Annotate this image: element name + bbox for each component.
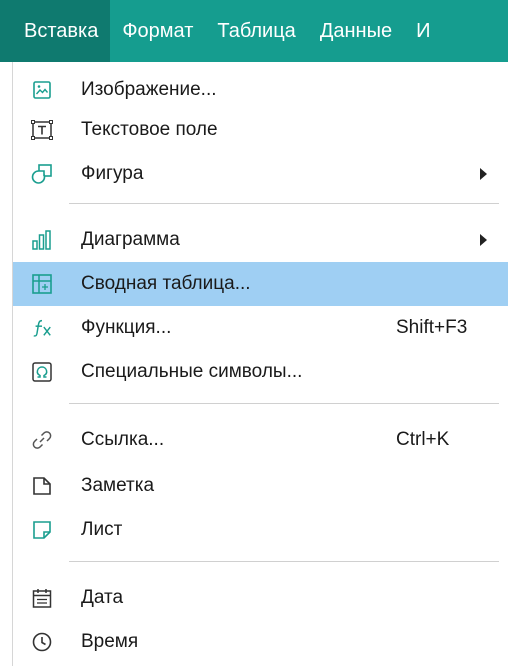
menu-bar: Вставка Формат Таблица Данные И [0,0,508,62]
menubar-item-insert[interactable]: Вставка [0,0,111,62]
menu-item-label: Дата [81,587,124,608]
menubar-item-data[interactable]: Данные [308,0,404,62]
pivot-table-icon [31,273,53,295]
image-icon [31,79,53,101]
note-icon [31,475,53,497]
text-box-icon [31,119,53,141]
menu-item-label: Время [81,631,139,652]
menu-item-chart[interactable]: Диаграмма [13,218,508,262]
menu-item-label: Текстовое поле [81,119,218,140]
shortcut-label: Ctrl+K [396,429,450,450]
menu-item-special-characters[interactable]: Специальные символы... [13,350,508,394]
sheet-icon [31,519,53,541]
menu-item-label: Сводная таблица... [81,273,251,294]
menu-item-text-box[interactable]: Текстовое поле [13,108,508,152]
menu-item-pivot-table[interactable]: Сводная таблица... [13,262,508,306]
submenu-arrow-icon [480,168,487,180]
shortcut-label: Shift+F3 [396,317,468,338]
menu-item-sheet[interactable]: Лист [13,508,508,552]
menu-item-label: Диаграмма [81,229,180,250]
menubar-item-format[interactable]: Формат [110,0,205,62]
menu-item-label: Фигура [81,163,144,184]
menu-item-link[interactable]: Ссылка... Ctrl+K [13,418,508,462]
menu-separator [69,403,499,404]
menu-item-shape[interactable]: Фигура [13,152,508,196]
function-icon [31,317,53,339]
chart-icon [31,229,53,251]
menu-item-date[interactable]: Дата [13,576,508,620]
menu-item-label: Изображение... [81,79,217,100]
link-icon [31,429,53,451]
clock-icon [31,631,53,653]
calendar-icon [31,587,53,609]
menu-separator [69,203,499,204]
menu-item-note[interactable]: Заметка [13,464,508,508]
menu-item-label: Функция... [81,317,172,338]
menu-item-label: Лист [81,519,123,540]
menu-item-function[interactable]: Функция... Shift+F3 [13,306,508,350]
menu-item-label: Ссылка... [81,429,165,450]
submenu-arrow-icon [480,234,487,246]
omega-icon [31,361,53,383]
menu-item-time[interactable]: Время [13,620,508,664]
menubar-item-table[interactable]: Таблица [205,0,307,62]
menu-item-label: Заметка [81,475,155,496]
menubar-item-truncated[interactable]: И [404,0,442,62]
menu-item-image[interactable]: Изображение... [13,68,508,112]
shapes-icon [31,163,53,185]
insert-dropdown-menu: Изображение... Текстовое поле Фигура Диа… [12,62,508,666]
menu-separator [69,561,499,562]
menu-item-label: Специальные символы... [81,361,303,382]
